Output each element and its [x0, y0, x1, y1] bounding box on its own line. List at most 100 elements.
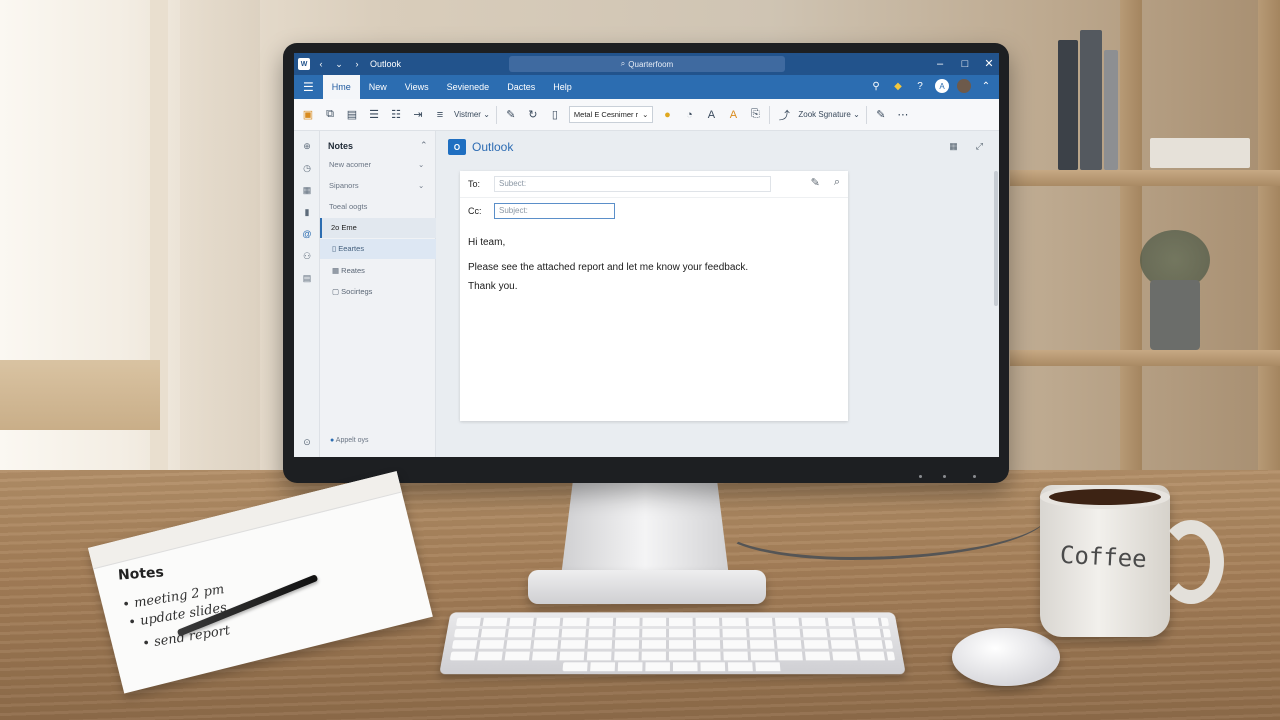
chevron-down-icon: ⌄: [418, 181, 425, 190]
copy-icon[interactable]: ⧉: [322, 108, 338, 121]
timer-icon[interactable]: ◔: [681, 109, 697, 121]
nav-item-socirtegs[interactable]: ▢ Socirtegs: [320, 282, 436, 302]
maximize-button[interactable]: □: [956, 56, 974, 72]
minimize-button[interactable]: –: [931, 56, 949, 72]
ribbon: ▣ ⧉ ▤ ☰ ☷ ⇥ ≡ Vistmer ⌄ ✎ ↻ ▯ Metal E Ce…: [294, 99, 999, 131]
cc-row: Cc: Subject:: [460, 197, 848, 223]
document-icon[interactable]: ▯: [547, 108, 563, 121]
menu-right-tools: ⚲ ◆ ? A ⌃: [869, 79, 993, 93]
font-color-icon[interactable]: A: [703, 109, 719, 121]
pen-icon[interactable]: ✎: [503, 108, 519, 121]
to-field[interactable]: Subect:: [494, 176, 771, 192]
hamburger-menu-icon[interactable]: ☰: [294, 75, 323, 99]
sensitivity-icon[interactable]: ●: [659, 109, 675, 121]
help-icon[interactable]: ?: [913, 79, 927, 93]
search-icon[interactable]: ⌕: [834, 176, 840, 189]
divider: [865, 105, 867, 124]
at-icon[interactable]: @: [300, 229, 314, 243]
book: [1104, 50, 1118, 170]
nav-item-toeal-oogts[interactable]: Toeal oogts: [320, 197, 436, 217]
edit-icon[interactable]: ✎: [873, 108, 889, 121]
numbering-icon[interactable]: ☷: [388, 108, 404, 121]
book: [1058, 40, 1078, 170]
tab-sevienede[interactable]: Sevienede: [438, 75, 499, 99]
monitor-stand: [560, 475, 730, 585]
shelf-board: [1010, 170, 1280, 186]
tab-views[interactable]: Views: [396, 75, 438, 99]
nav-item-label: New acomer: [329, 160, 372, 169]
nav-item-sipanors[interactable]: Sipanors ⌄: [320, 176, 436, 196]
keyboard: [439, 612, 906, 675]
box-icon: ▢: [332, 287, 342, 296]
refresh-icon[interactable]: ↻: [525, 108, 541, 121]
attach-icon[interactable]: ⎘: [747, 108, 763, 121]
title-search-box[interactable]: ⌕ Quarterfoom: [509, 56, 785, 72]
close-button[interactable]: ✕: [980, 56, 998, 72]
tab-home[interactable]: Hme: [322, 75, 360, 99]
key-row: [451, 640, 894, 649]
menu-bar: ☰ Hme New Views Sevienede Dactes Help ⚲ …: [294, 75, 999, 99]
search-people-icon[interactable]: ⚲: [869, 79, 883, 93]
align-icon[interactable]: ≡: [432, 109, 448, 121]
nav-footer[interactable]: ● Appelt oys: [330, 437, 368, 444]
nav-item-label: Socirtegs: [341, 287, 373, 296]
chevron-up-icon[interactable]: ⌃: [979, 79, 993, 93]
calendar-icon[interactable]: ▦: [300, 185, 314, 199]
people-icon[interactable]: ⚇: [300, 251, 314, 265]
trash-icon[interactable]: ▮: [300, 207, 314, 221]
view-dropdown[interactable]: Vistmer ⌄: [454, 110, 490, 119]
nav-item-eeartes[interactable]: ▯ Eeartes: [320, 239, 436, 259]
highlight-icon[interactable]: A: [725, 109, 741, 121]
space-bar: [562, 662, 783, 672]
view-label: Vistmer: [454, 110, 481, 119]
signature-dropdown[interactable]: Zook Sgnature ⌄: [798, 110, 859, 119]
nav-item-reates[interactable]: ▦ Reates: [320, 261, 436, 281]
scrollbar[interactable]: [994, 171, 998, 306]
nav-item-2o-eme[interactable]: 2o Eme: [320, 218, 436, 238]
key-row: [455, 617, 890, 627]
expand-icon[interactable]: ⤢: [976, 141, 983, 152]
tab-dactes[interactable]: Dactes: [498, 75, 544, 99]
app-dot-icon: ●: [330, 437, 335, 444]
font-select-value: Metal E Cesnimer r: [573, 110, 639, 119]
body-signoff[interactable]: Thank you.: [468, 281, 517, 292]
tab-new[interactable]: New: [360, 75, 396, 99]
shelf-side: [1120, 0, 1142, 480]
nav-item-label: Eeartes: [338, 244, 365, 253]
bullets-icon[interactable]: ☰: [366, 108, 382, 121]
grid-view-icon[interactable]: ▦: [949, 141, 958, 152]
cc-field[interactable]: Subject:: [494, 202, 615, 219]
cc-label: Cc:: [468, 205, 482, 216]
grid-icon: ▦: [332, 266, 342, 275]
coffee: [1049, 489, 1161, 505]
account-icon[interactable]: A: [935, 79, 949, 93]
compose-window: To: Subect: ✎ ⌕ Cc: Subject: Hi team, Pl…: [460, 171, 848, 421]
indent-icon[interactable]: ⇥: [410, 108, 426, 121]
body-message[interactable]: Please see the attached report and let m…: [468, 262, 748, 273]
nav-item-label: Reates: [341, 266, 365, 275]
nav-header: Notes: [328, 141, 354, 151]
key-row: [449, 651, 896, 661]
font-select[interactable]: Metal E Cesnimer r ⌄: [568, 106, 654, 123]
more-options-icon[interactable]: ⋯: [895, 108, 911, 121]
forward-icon[interactable]: ›: [350, 57, 364, 71]
dropdown-chevron-icon[interactable]: ⌄: [332, 57, 346, 71]
window-title: Outlook: [370, 59, 402, 69]
compose-tools: ✎ ⌕: [811, 176, 840, 189]
avatar[interactable]: [957, 79, 971, 93]
signature-icon[interactable]: ⤴: [776, 107, 792, 123]
edit-pen-icon[interactable]: ✎: [811, 176, 820, 189]
nav-item-new-acomer[interactable]: New acomer ⌄: [320, 155, 436, 175]
format-painter-icon[interactable]: ▤: [344, 108, 360, 121]
body-greeting[interactable]: Hi team,: [468, 237, 505, 248]
tips-icon[interactable]: ◆: [891, 79, 905, 93]
back-icon[interactable]: ‹: [314, 57, 328, 71]
mail-icon[interactable]: ⊕: [300, 141, 314, 155]
files-icon[interactable]: ▤: [300, 273, 314, 287]
tab-help[interactable]: Help: [544, 75, 581, 99]
clock-icon[interactable]: ◷: [300, 163, 314, 177]
chevron-up-icon[interactable]: ⌃: [420, 140, 428, 151]
window-sill: [0, 360, 160, 430]
new-item-icon[interactable]: ▣: [300, 108, 316, 121]
settings-icon[interactable]: ⊙: [300, 437, 314, 451]
